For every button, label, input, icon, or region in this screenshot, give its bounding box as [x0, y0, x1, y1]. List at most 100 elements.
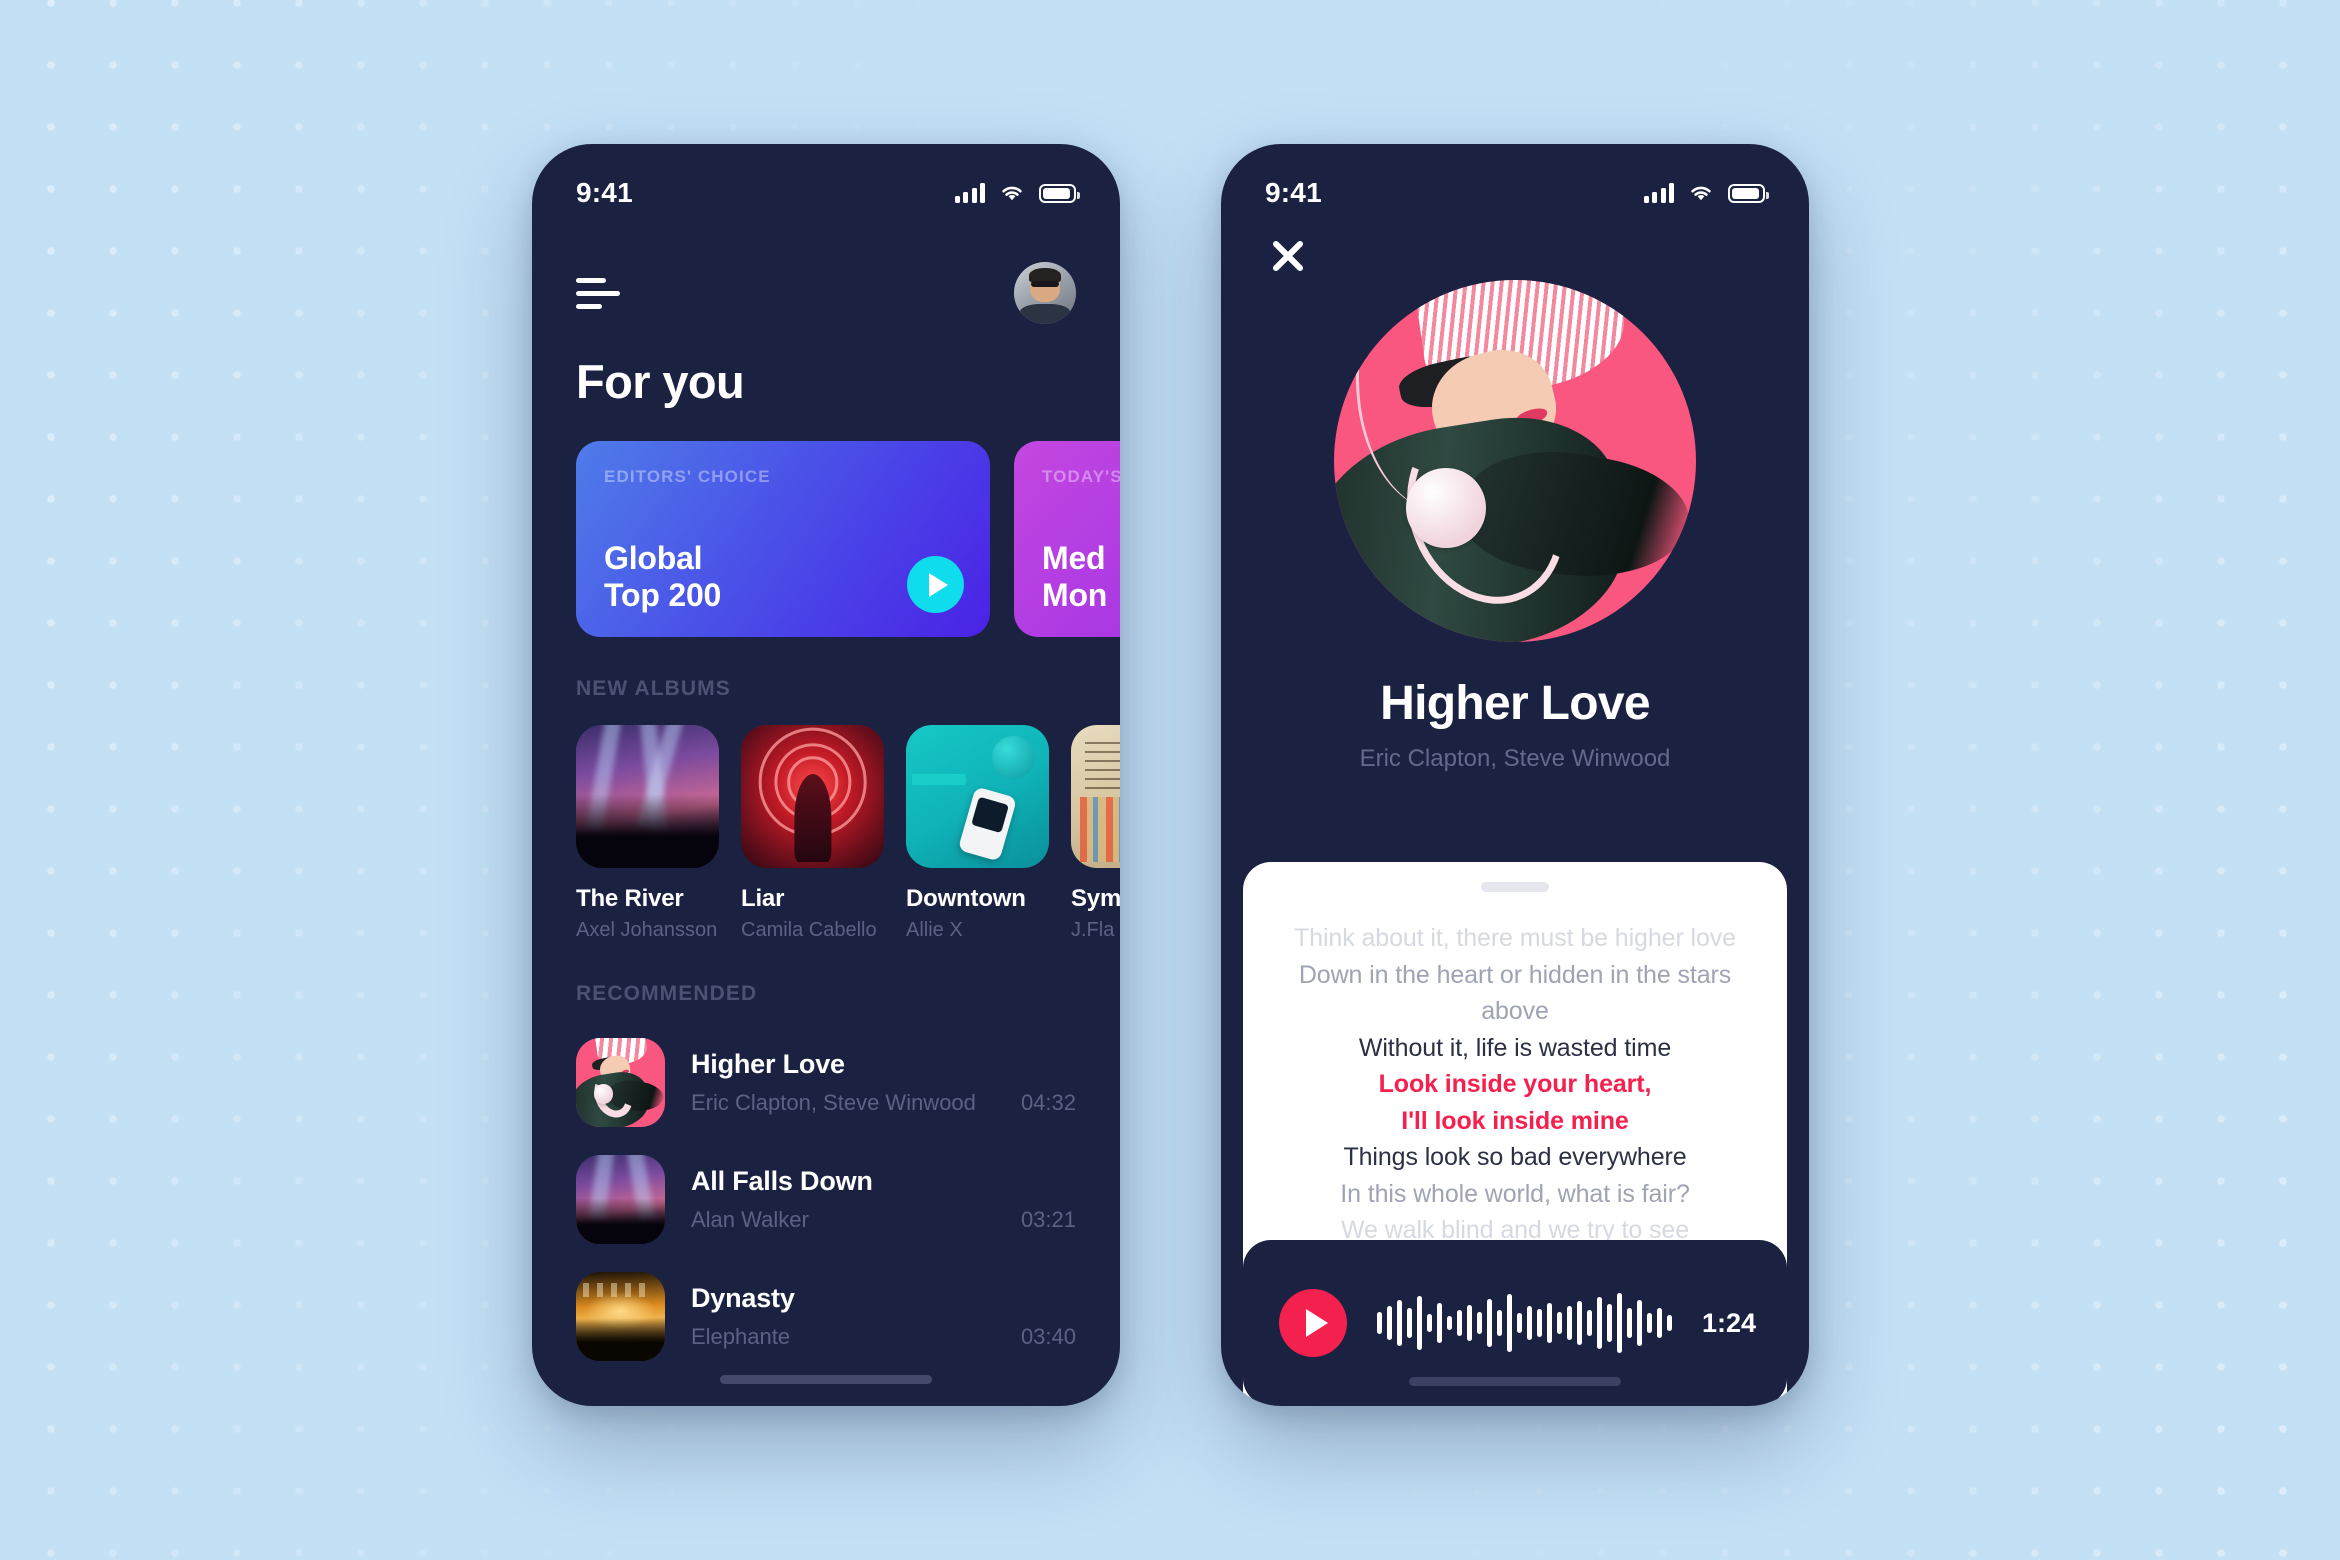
list-item[interactable]: All Falls Down Alan Walker 03:21 — [576, 1141, 1076, 1258]
waveform-bar — [1597, 1297, 1602, 1349]
feature-cards-carousel[interactable]: EDITORS' CHOICE Global Top 200 TODAY'S M… — [532, 409, 1120, 637]
list-item[interactable]: Dynasty Elephante 03:40 — [576, 1258, 1076, 1375]
track-duration: 03:21 — [1020, 1207, 1076, 1232]
home-indicator[interactable] — [1409, 1377, 1621, 1386]
waveform-bar — [1437, 1303, 1442, 1343]
waveform-bar — [1487, 1299, 1492, 1347]
album-card[interactable]: Downtown Allie X — [906, 725, 1049, 942]
waveform-bar — [1587, 1310, 1592, 1336]
track-title: Dynasty — [691, 1283, 795, 1313]
elapsed-time: 1:24 — [1702, 1307, 1757, 1338]
status-bar: 9:41 — [532, 144, 1120, 228]
list-item[interactable]: Higher Love Eric Clapton, Steve Winwood … — [576, 1024, 1076, 1141]
waveform-bar — [1537, 1309, 1542, 1337]
album-artwork — [1071, 725, 1120, 868]
album-card[interactable]: The River Axel Johansson — [576, 725, 719, 942]
hamburger-menu-icon[interactable] — [576, 276, 622, 310]
status-bar-time: 9:41 — [576, 177, 633, 208]
wifi-icon — [1688, 183, 1714, 203]
lyric-line-active: I'll look inside mine — [1401, 1106, 1629, 1135]
lyrics-list[interactable]: Think about it, there must be higher lov… — [1243, 892, 1787, 1249]
waveform-bar — [1387, 1306, 1392, 1340]
close-x-icon[interactable] — [1265, 232, 1311, 278]
feature-card-title: Med Mon — [1042, 539, 1108, 614]
feature-card-editors-choice[interactable]: EDITORS' CHOICE Global Top 200 — [576, 441, 990, 637]
song-title: Higher Love — [1380, 677, 1650, 730]
phone-player-screen: 9:41 Higher Love Eric Clapton, Steve Win… — [1221, 144, 1809, 1406]
waveform-bar — [1607, 1304, 1612, 1342]
waveform-bar — [1447, 1316, 1452, 1330]
lyric-line-active: Look inside your heart, — [1378, 1070, 1652, 1098]
track-artwork — [576, 1155, 665, 1244]
background-dot-pattern — [0, 0, 2340, 1560]
waveform-bar — [1397, 1300, 1402, 1346]
waveform-bar — [1577, 1301, 1582, 1345]
status-bar-time: 9:41 — [1265, 177, 1322, 208]
sheet-drag-handle[interactable] — [1481, 882, 1549, 892]
home-indicator[interactable] — [720, 1375, 932, 1384]
play-button-icon[interactable] — [907, 556, 964, 613]
album-artwork — [576, 725, 719, 868]
album-artist: Axel Johansson — [576, 919, 718, 941]
waveform-bar — [1497, 1310, 1502, 1336]
track-artist: Eric Clapton, Steve Winwood — [691, 1090, 976, 1115]
album-artwork — [906, 725, 1049, 868]
waveform-bar — [1647, 1313, 1652, 1333]
album-artist: J.Fla — [1071, 919, 1115, 941]
lyric-line: Down in the heart or hidden in the stars… — [1298, 960, 1732, 1026]
waveform-scrubber[interactable] — [1377, 1292, 1672, 1354]
status-bar: 9:41 — [1221, 144, 1809, 228]
waveform-bar — [1547, 1303, 1552, 1343]
battery-icon — [1039, 184, 1080, 203]
waveform-bar — [1467, 1305, 1472, 1341]
waveform-bar — [1477, 1312, 1482, 1334]
page-title: For you — [576, 355, 745, 408]
album-cover-art — [1334, 280, 1696, 642]
track-artwork — [576, 1272, 665, 1361]
new-albums-carousel[interactable]: The River Axel Johansson Liar Camila Cab… — [532, 701, 1120, 942]
track-artist: Alan Walker — [691, 1207, 809, 1232]
play-button-icon[interactable] — [1279, 1289, 1347, 1357]
album-card[interactable]: Symp J.Fla — [1071, 725, 1120, 942]
album-title: Downtown — [906, 885, 1026, 912]
waveform-bar — [1407, 1308, 1412, 1338]
waveform-bar — [1637, 1300, 1642, 1346]
album-card[interactable]: Liar Camila Cabello — [741, 725, 884, 942]
waveform-bar — [1667, 1315, 1672, 1331]
album-title: Liar — [741, 885, 785, 912]
waveform-bar — [1527, 1306, 1532, 1340]
track-duration: 04:32 — [1020, 1090, 1076, 1115]
waveform-bar — [1567, 1306, 1572, 1340]
waveform-bar — [1377, 1312, 1382, 1334]
song-artist: Eric Clapton, Steve Winwood — [1359, 745, 1671, 772]
feature-card-kicker: TODAY'S — [1042, 467, 1120, 486]
lyric-line: Things look so bad everywhere — [1343, 1143, 1687, 1171]
album-artwork — [741, 725, 884, 868]
album-artist: Camila Cabello — [741, 919, 877, 941]
wifi-icon — [999, 183, 1025, 203]
waveform-bar — [1517, 1313, 1522, 1333]
feature-card-todays[interactable]: TODAY'S Med Mon — [1014, 441, 1120, 637]
waveform-bar — [1627, 1308, 1632, 1338]
avatar[interactable] — [1014, 262, 1076, 324]
album-title: Symp — [1071, 885, 1120, 912]
waveform-bar — [1427, 1314, 1432, 1332]
player-bar: 1:24 — [1243, 1240, 1787, 1406]
signal-bars-icon — [1643, 183, 1674, 203]
waveform-bar — [1417, 1296, 1422, 1350]
feature-card-kicker: EDITORS' CHOICE — [604, 467, 771, 486]
phone-home-screen: 9:41 For you EDITORS' CHOICE Global Top … — [532, 144, 1120, 1406]
section-label-recommended: RECOMMENDED — [576, 982, 758, 1005]
track-title: Higher Love — [691, 1049, 845, 1079]
lyric-line: Without it, life is wasted time — [1358, 1033, 1672, 1062]
feature-card-title: Global Top 200 — [604, 539, 722, 614]
section-label-new-albums: NEW ALBUMS — [576, 677, 731, 700]
album-artist: Allie X — [906, 919, 963, 941]
track-title: All Falls Down — [691, 1166, 873, 1196]
track-artist: Elephante — [691, 1324, 791, 1349]
lyric-line: In this whole world, what is fair? — [1340, 1179, 1690, 1208]
lyric-line: Think about it, there must be higher lov… — [1294, 924, 1736, 952]
track-artwork — [576, 1038, 665, 1127]
waveform-bar — [1617, 1293, 1622, 1353]
waveform-bar — [1657, 1308, 1662, 1338]
